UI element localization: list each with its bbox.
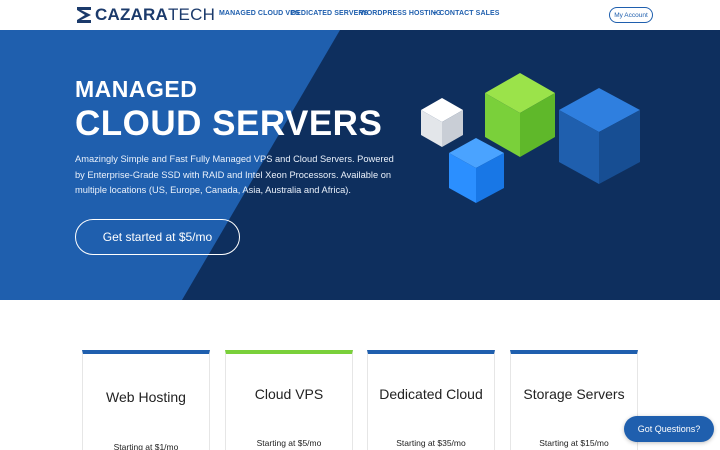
hero-title: CLOUD SERVERS xyxy=(75,104,383,143)
got-questions-button[interactable]: Got Questions? xyxy=(624,416,714,442)
blue-cube-icon xyxy=(559,88,640,184)
card-price: Starting at $1/mo xyxy=(113,442,179,450)
card-title: Dedicated Cloud xyxy=(379,386,483,402)
green-cube-icon xyxy=(485,73,555,157)
card-title: Cloud VPS xyxy=(254,386,324,402)
product-cards: Web Hosting Starting at $1/mo Cloud VPS … xyxy=(82,350,638,450)
nav-contact-sales[interactable]: + CONTACT SALES xyxy=(433,10,500,17)
card-price: Starting at $5/mo xyxy=(256,438,322,448)
card-price: Starting at $15/mo xyxy=(539,438,609,448)
get-started-button[interactable]: Get started at $5/mo xyxy=(75,219,240,255)
logo-text: CAZARATECH xyxy=(95,5,216,24)
cubes-illustration xyxy=(421,73,640,203)
white-cube-icon xyxy=(421,98,463,147)
site-header: CAZARATECH MANAGED CLOUD VPS DEDICATED S… xyxy=(0,0,720,30)
logo[interactable]: CAZARATECH xyxy=(75,5,215,25)
card-price: Starting at $35/mo xyxy=(396,438,466,448)
nav-wordpress-hosting[interactable]: WORDPRESS HOSTING xyxy=(360,10,441,17)
card-title: Storage Servers xyxy=(523,386,625,402)
my-account-button[interactable]: My Account xyxy=(609,7,653,23)
logo-icon xyxy=(77,7,91,23)
lightblue-cube-icon xyxy=(449,138,504,203)
card-cloud-vps[interactable]: Cloud VPS Starting at $5/mo xyxy=(225,350,353,450)
nav-managed-cloud-vps[interactable]: MANAGED CLOUD VPS xyxy=(219,10,300,17)
card-storage-servers[interactable]: Storage Servers Starting at $15/mo xyxy=(510,350,638,450)
nav-dedicated-servers[interactable]: DEDICATED SERVERS xyxy=(291,10,368,17)
card-title: Web Hosting xyxy=(106,389,186,405)
card-dedicated-cloud[interactable]: Dedicated Cloud Starting at $35/mo xyxy=(367,350,495,450)
hero-description: Amazingly Simple and Fast Fully Managed … xyxy=(75,154,394,195)
hero-section: MANAGED CLOUD SERVERS Amazingly Simple a… xyxy=(0,30,720,300)
hero-eyebrow: MANAGED xyxy=(75,76,198,102)
card-web-hosting[interactable]: Web Hosting Starting at $1/mo xyxy=(82,350,210,450)
